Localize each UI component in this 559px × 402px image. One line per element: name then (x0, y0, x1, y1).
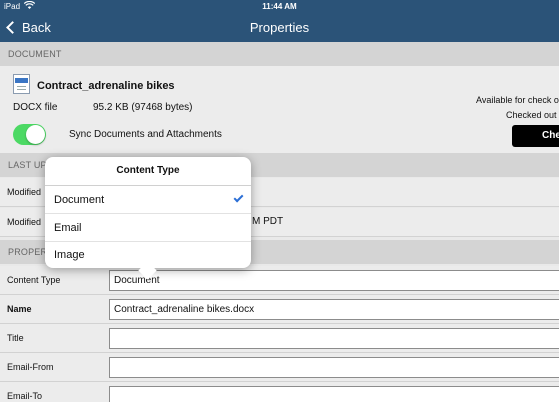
document-info: Contract_adrenaline bikes DOCX file 95.2… (0, 66, 559, 153)
content-type-row: Content Type (0, 266, 559, 295)
sync-label: Sync Documents and Attachments (69, 129, 222, 140)
section-header-document: DOCUMENT (0, 42, 559, 66)
sync-toggle[interactable] (13, 124, 46, 145)
option-label: Document (54, 194, 105, 206)
popover-title: Content Type (116, 165, 180, 176)
title-label: Title (7, 333, 24, 343)
checked-out-text: Checked out (506, 110, 557, 120)
status-time: 11:44 AM (262, 2, 297, 11)
toggle-knob (26, 125, 45, 144)
modified-label: Modified (7, 187, 42, 197)
email-from-row: Email-From (0, 353, 559, 382)
option-email[interactable]: Email (45, 214, 251, 242)
option-document[interactable]: Document (45, 186, 251, 214)
option-image[interactable]: Image (45, 242, 251, 268)
option-label: Email (54, 222, 82, 234)
modified-value: M PDT (252, 216, 284, 227)
document-size: 95.2 KB (97468 bytes) (93, 102, 193, 113)
document-name: Contract_adrenaline bikes (37, 80, 175, 92)
checkin-button[interactable]: Che (512, 125, 559, 147)
document-type: DOCX file (13, 102, 58, 113)
navigation-bar: iPad 11:44 AM Back Properties (0, 0, 559, 42)
title-field[interactable] (109, 328, 559, 349)
email-from-field[interactable] (109, 357, 559, 378)
page-title: Properties (249, 20, 310, 35)
name-field[interactable] (109, 299, 559, 320)
title-row: Title (0, 324, 559, 353)
availability-text: Available for check o (476, 95, 559, 105)
docx-file-icon (13, 74, 30, 94)
email-from-label: Email-From (7, 362, 54, 372)
email-to-label: Email-To (7, 391, 43, 401)
content-type-popover: Content Type Document Email Image (45, 157, 251, 280)
option-label: Image (54, 249, 85, 261)
content-type-field[interactable] (109, 270, 559, 291)
name-label: Name (7, 304, 32, 314)
name-row: Name (0, 295, 559, 324)
status-bar: iPad 11:44 AM (0, 0, 559, 14)
email-to-row: Email-To (0, 382, 559, 402)
checkmark-icon (233, 192, 244, 203)
modified-label: Modified (7, 217, 42, 227)
content-type-label: Content Type (7, 275, 61, 285)
email-to-field[interactable] (109, 386, 559, 402)
